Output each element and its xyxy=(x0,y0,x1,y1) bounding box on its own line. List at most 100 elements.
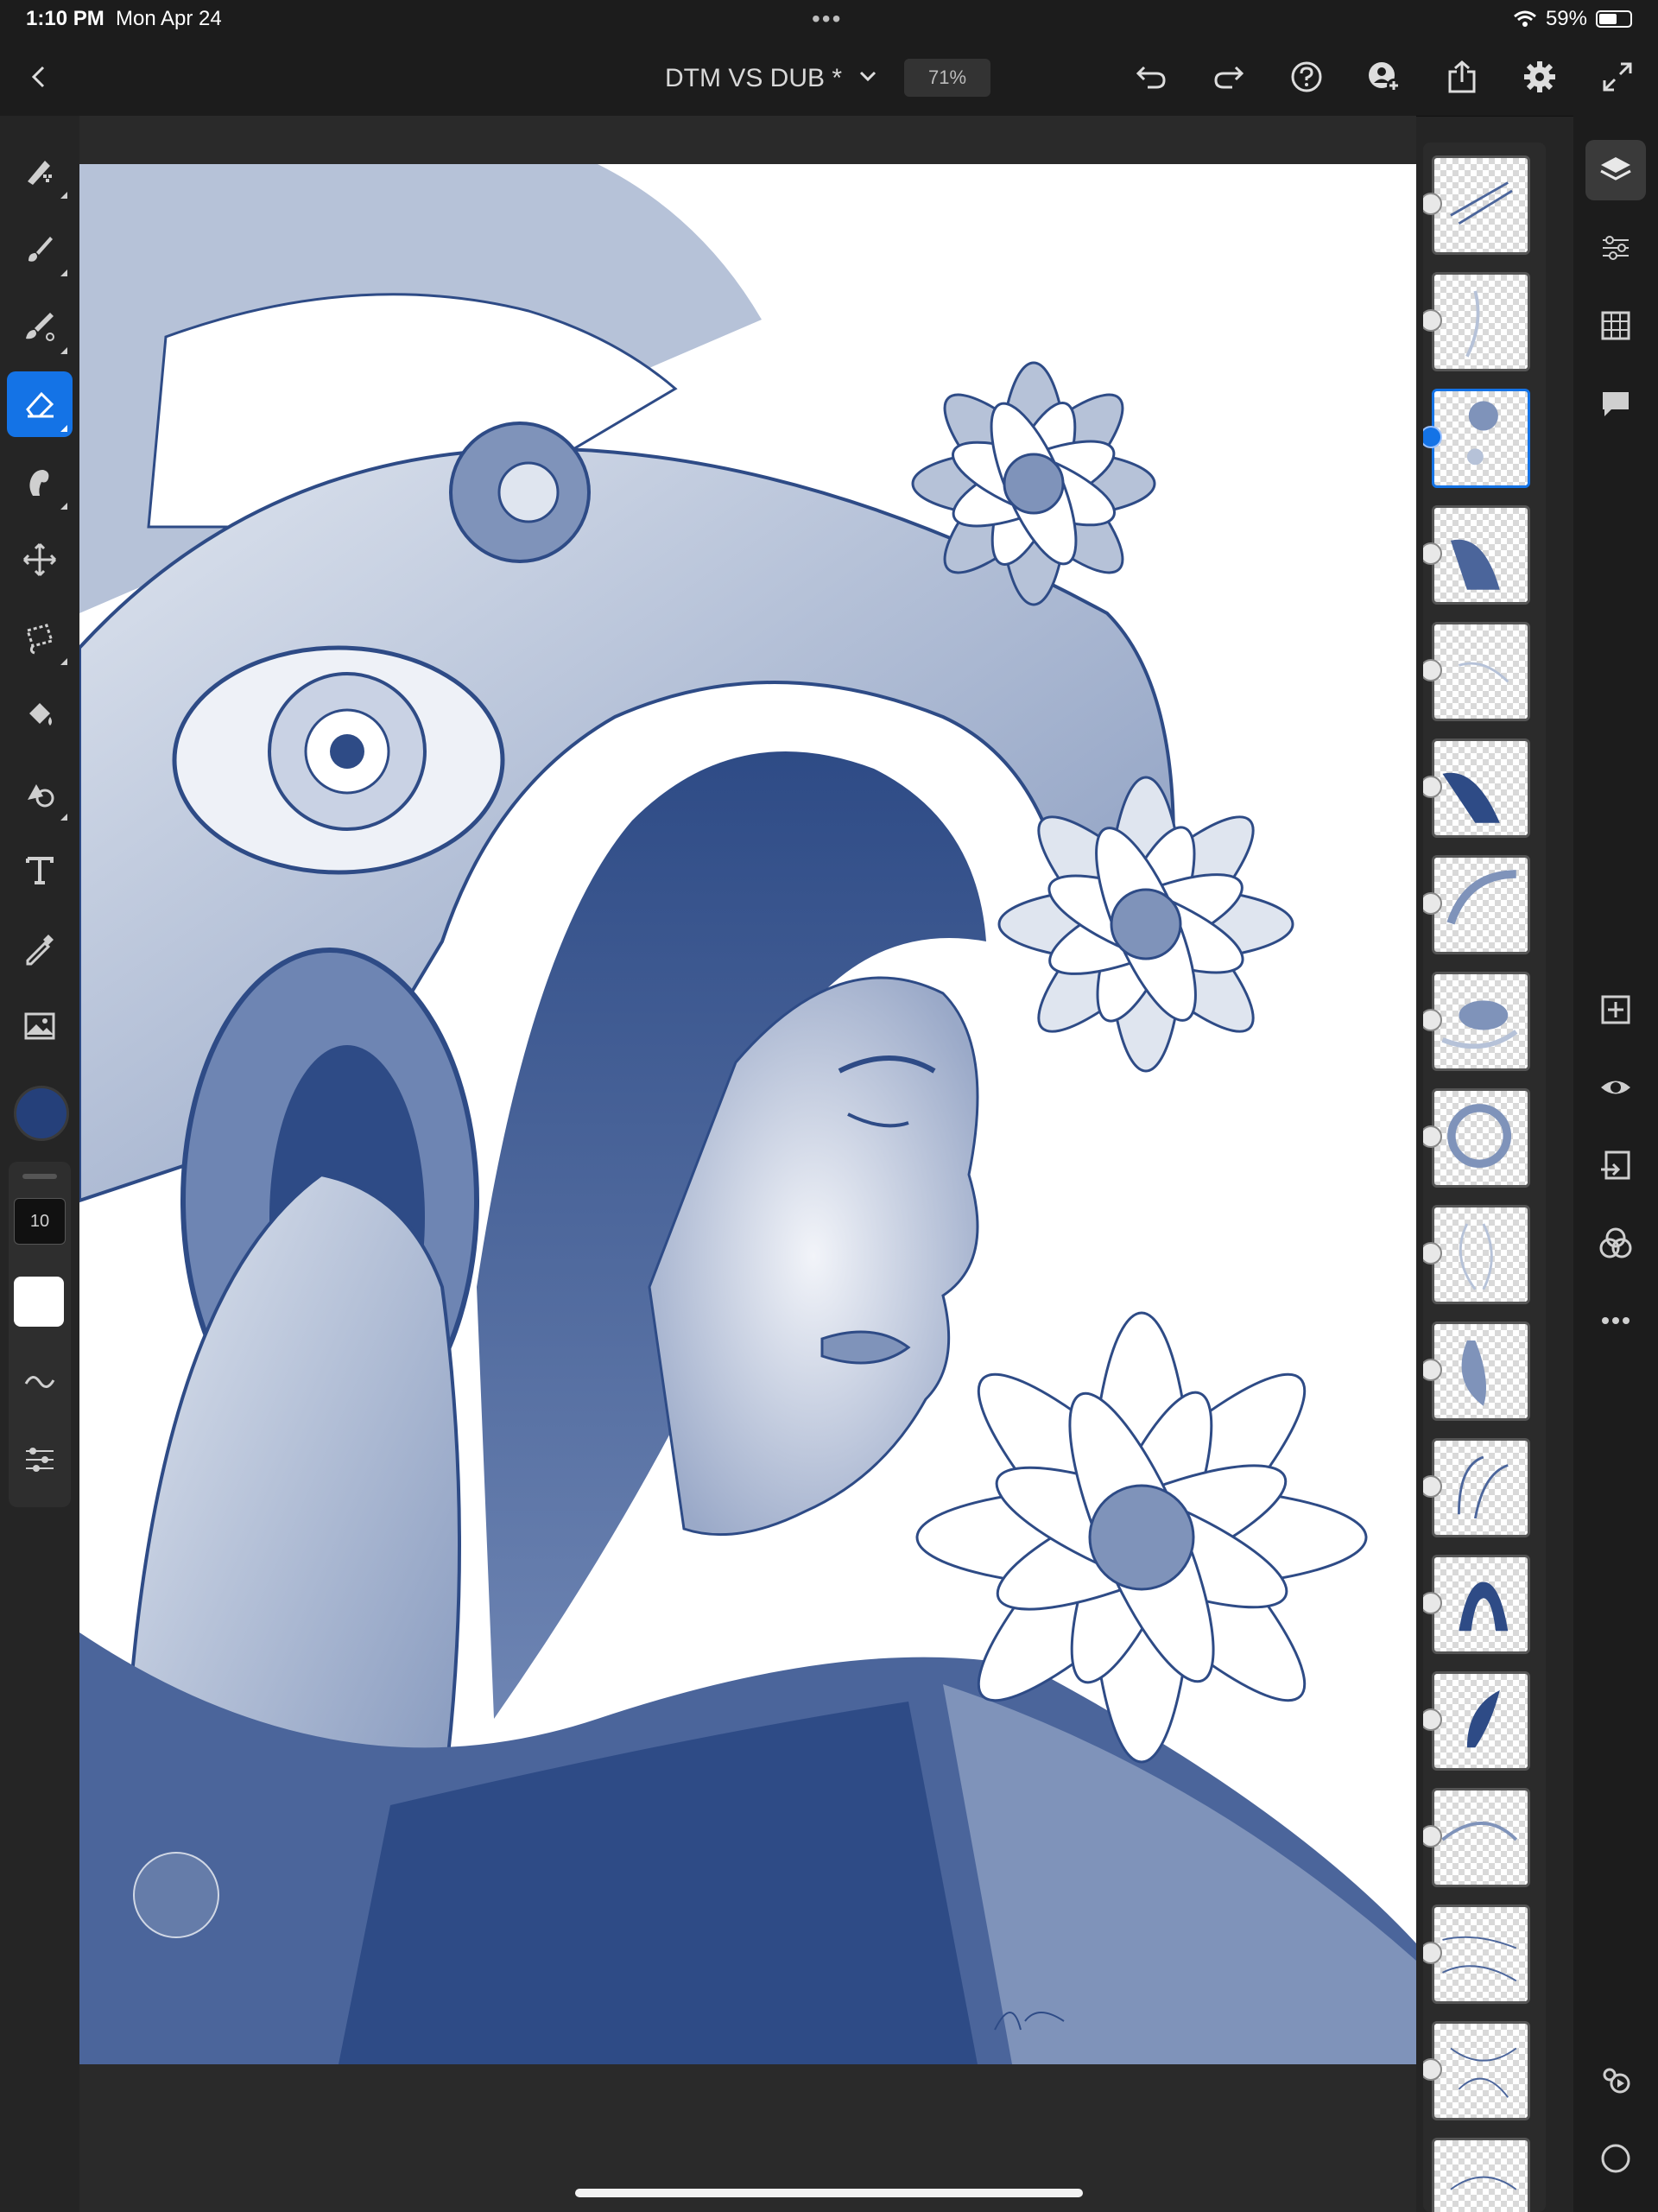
canvas-area[interactable] xyxy=(79,116,1416,2212)
fullscreen-button[interactable] xyxy=(1587,38,1648,116)
settings-icon xyxy=(1524,61,1555,92)
home-indicator[interactable] xyxy=(575,2189,1083,2197)
live-brush-icon xyxy=(28,237,53,262)
invite-button[interactable] xyxy=(1354,38,1414,116)
comments-button[interactable] xyxy=(1585,373,1646,434)
layer-preview xyxy=(1446,870,1516,925)
layer-thumbnail[interactable] xyxy=(1432,1438,1530,1537)
layer-preview xyxy=(1466,1689,1500,1748)
undo-button[interactable] xyxy=(1121,38,1181,116)
wave-icon xyxy=(24,1376,55,1388)
layer-preview xyxy=(1461,1340,1486,1406)
artwork-illustration xyxy=(79,164,1416,2064)
undo-icon xyxy=(1136,66,1166,89)
panel-grabber[interactable] xyxy=(22,1174,57,1179)
layer-thumbnail[interactable] xyxy=(1432,855,1530,954)
status-bar: 1:10 PM Mon Apr 24 ••• 59% xyxy=(0,0,1658,38)
layers-button[interactable] xyxy=(1585,140,1646,200)
timelapse-icon xyxy=(1603,2068,1630,2094)
lasso-select-icon xyxy=(26,624,54,655)
layers-icon xyxy=(1600,157,1631,181)
vector-brush-tool[interactable] xyxy=(7,294,73,359)
shape-icon xyxy=(28,784,54,808)
layer-preview xyxy=(1450,181,1513,225)
more-button[interactable] xyxy=(1585,1290,1646,1351)
layer-thumbnail[interactable] xyxy=(1432,155,1530,255)
back-button[interactable] xyxy=(9,38,69,116)
layer-thumbnail[interactable] xyxy=(1432,1788,1530,1887)
layer-thumbnail-selected[interactable] xyxy=(1432,389,1530,488)
zoom-level[interactable]: 71% xyxy=(904,59,990,97)
layers-panel xyxy=(1423,143,1546,2212)
lasso-select-tool[interactable] xyxy=(7,605,73,670)
layer-thumbnail[interactable] xyxy=(1432,972,1530,1071)
image-tool[interactable] xyxy=(7,993,73,1059)
text-tool[interactable] xyxy=(7,838,73,903)
import-button[interactable] xyxy=(1585,1135,1646,1195)
redo-button[interactable] xyxy=(1199,38,1259,116)
artwork-canvas[interactable] xyxy=(79,164,1416,2064)
brush-size-field[interactable]: 10 xyxy=(14,1198,66,1245)
layer-preview xyxy=(1450,2047,1517,2098)
pixel-brush-tool[interactable] xyxy=(7,138,73,204)
redo-icon xyxy=(1214,66,1244,89)
eraser-tool[interactable] xyxy=(7,371,73,437)
visibility-button[interactable] xyxy=(1585,1057,1646,1118)
text-icon xyxy=(26,857,54,884)
circle-icon xyxy=(1601,2144,1630,2173)
tool-settings-button[interactable] xyxy=(7,1427,73,1493)
help-button[interactable] xyxy=(1276,38,1337,116)
grid-icon xyxy=(1601,311,1630,340)
layer-preview xyxy=(1450,539,1500,590)
layer-thumbnail[interactable] xyxy=(1432,738,1530,838)
grid-button[interactable] xyxy=(1585,295,1646,356)
current-color-swatch[interactable] xyxy=(14,1086,69,1141)
timelapse-button[interactable] xyxy=(1585,2050,1646,2111)
blend-icon xyxy=(1599,1227,1632,1258)
move-icon xyxy=(22,542,57,577)
layer-thumbnail[interactable] xyxy=(1432,2021,1530,2120)
layer-thumbnail[interactable] xyxy=(1432,505,1530,605)
battery-icon xyxy=(1596,10,1632,28)
add-layer-button[interactable] xyxy=(1585,979,1646,1040)
layer-thumbnail[interactable] xyxy=(1432,1205,1530,1304)
chevron-down-icon xyxy=(859,71,876,82)
layer-preview xyxy=(1441,1822,1518,1841)
live-brush-tool[interactable] xyxy=(7,216,73,282)
layer-thumbnail[interactable] xyxy=(1432,1088,1530,1188)
sliders-icon xyxy=(26,1448,54,1472)
brush-cursor xyxy=(133,1852,219,1938)
layer-thumbnail[interactable] xyxy=(1432,2138,1530,2212)
smoothing-button[interactable] xyxy=(7,1349,73,1415)
layer-preview xyxy=(1458,662,1509,683)
smudge-icon xyxy=(29,470,49,496)
battery-percent: 59% xyxy=(1545,7,1587,30)
layer-preview xyxy=(1465,290,1480,358)
move-tool[interactable] xyxy=(7,527,73,593)
layer-thumbnail[interactable] xyxy=(1432,1555,1530,1654)
multitasking-dots-icon[interactable]: ••• xyxy=(812,5,842,33)
layer-properties-button[interactable] xyxy=(1585,218,1646,278)
document-menu-button[interactable] xyxy=(855,57,881,97)
eyedropper-icon xyxy=(26,935,54,966)
layer-thumbnail[interactable] xyxy=(1432,1671,1530,1771)
layer-preview xyxy=(1441,1000,1518,1049)
layer-preview xyxy=(1459,1581,1509,1632)
layer-thumbnail[interactable] xyxy=(1432,1905,1530,2004)
layer-thumbnail[interactable] xyxy=(1432,272,1530,371)
smudge-tool[interactable] xyxy=(7,449,73,515)
shape-tool[interactable] xyxy=(7,760,73,826)
eyedropper-tool[interactable] xyxy=(7,916,73,981)
document-title[interactable]: DTM VS DUB * xyxy=(665,64,842,93)
blend-button[interactable] xyxy=(1585,1213,1646,1273)
fill-tool[interactable] xyxy=(7,682,73,748)
right-toolbar xyxy=(1573,116,1658,2212)
layer-thumbnail[interactable] xyxy=(1432,622,1530,721)
opacity-swatch[interactable] xyxy=(14,1277,64,1327)
layer-thumbnail[interactable] xyxy=(1432,1321,1530,1421)
layer-preview xyxy=(1447,1104,1512,1169)
settings-button[interactable] xyxy=(1509,38,1570,116)
share-button[interactable] xyxy=(1432,38,1492,116)
layer-preview xyxy=(1458,1455,1509,1519)
circle-button[interactable] xyxy=(1585,2128,1646,2189)
